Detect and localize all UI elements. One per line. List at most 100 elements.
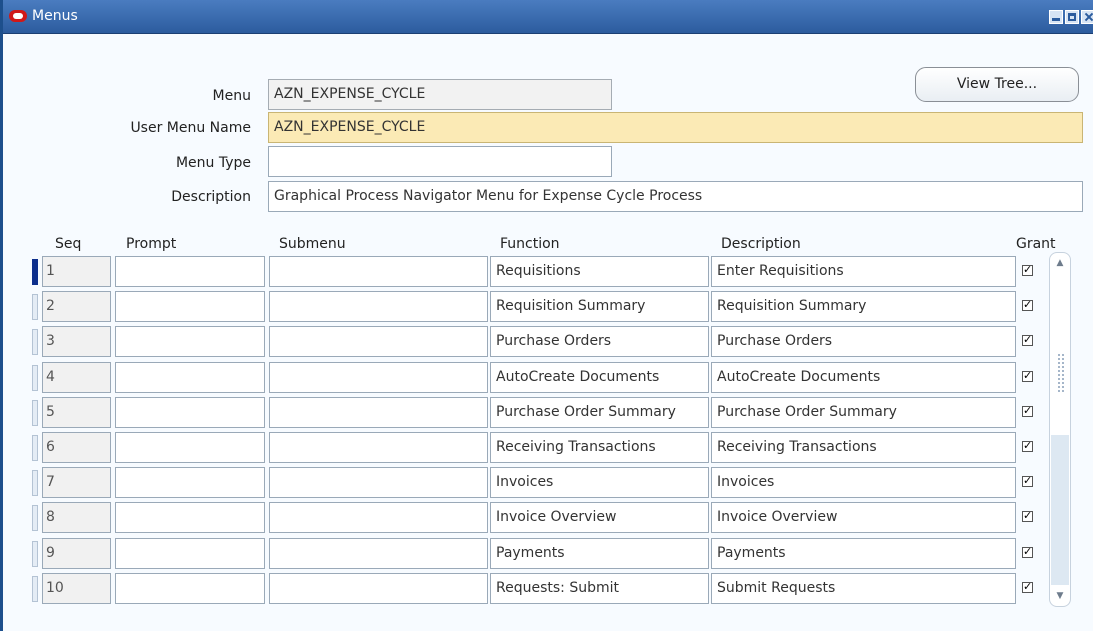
column-header-prompt: Prompt (126, 236, 177, 252)
title-bar: Menus (3, 0, 1093, 34)
grant-checkbox[interactable]: ✓ (1022, 475, 1033, 487)
record-indicator[interactable] (32, 329, 38, 355)
window-title: Menus (32, 8, 78, 24)
scroll-up-arrow-icon[interactable]: ▲ (1054, 256, 1066, 270)
table-row[interactable]: 8 Invoice Overview Invoice Overview ✓ (3, 502, 1093, 533)
record-indicator[interactable] (32, 541, 38, 567)
prompt-cell[interactable] (115, 397, 265, 428)
menu-type-field[interactable] (268, 146, 612, 177)
function-cell[interactable]: Receiving Transactions (490, 432, 709, 463)
function-cell[interactable]: AutoCreate Documents (490, 362, 709, 393)
scrollbar-track[interactable] (1051, 435, 1069, 585)
seq-cell[interactable]: 6 (42, 432, 111, 463)
description-cell[interactable]: Receiving Transactions (711, 432, 1016, 463)
submenu-cell[interactable] (269, 467, 488, 498)
grant-checkbox[interactable]: ✓ (1022, 581, 1033, 593)
grant-checkbox[interactable]: ✓ (1022, 264, 1033, 276)
table-row[interactable]: 10 Requests: Submit Submit Requests ✓ (3, 573, 1093, 604)
record-indicator[interactable] (32, 294, 38, 320)
table-row[interactable]: 5 Purchase Order Summary Purchase Order Su… (3, 397, 1093, 428)
table-row[interactable]: 6 Receiving Transactions Receiving Transac… (3, 432, 1093, 463)
grant-checkbox[interactable]: ✓ (1022, 510, 1033, 522)
function-cell[interactable]: Payments (490, 538, 709, 569)
submenu-cell[interactable] (269, 502, 488, 533)
submenu-cell[interactable] (269, 538, 488, 569)
prompt-cell[interactable] (115, 326, 265, 357)
table-row[interactable]: 3 Purchase Orders Purchase Orders ✓ (3, 326, 1093, 357)
description-cell[interactable]: Submit Requests (711, 573, 1016, 604)
menu-field[interactable]: AZN_EXPENSE_CYCLE (268, 79, 612, 110)
record-indicator[interactable] (32, 576, 38, 602)
submenu-cell[interactable] (269, 362, 488, 393)
submenu-cell[interactable] (269, 256, 488, 287)
description-cell[interactable]: Requisition Summary (711, 291, 1016, 322)
record-indicator[interactable] (32, 365, 38, 391)
table-row[interactable]: 2 Requisition Summary Requisition Summary ✓ (3, 291, 1093, 322)
table-row[interactable]: 9 Payments Payments ✓ (3, 538, 1093, 569)
function-cell[interactable]: Requisitions (490, 256, 709, 287)
prompt-cell[interactable] (115, 432, 265, 463)
record-indicator[interactable] (32, 400, 38, 426)
record-indicator[interactable] (32, 470, 38, 496)
record-indicator[interactable] (32, 259, 38, 285)
record-indicator[interactable] (32, 505, 38, 531)
prompt-cell[interactable] (115, 467, 265, 498)
seq-cell[interactable]: 9 (42, 538, 111, 569)
description-cell[interactable]: Purchase Order Summary (711, 397, 1016, 428)
scrollbar-thumb[interactable] (1051, 275, 1069, 435)
submenu-cell[interactable] (269, 432, 488, 463)
minimize-icon[interactable] (1049, 10, 1063, 24)
submenu-cell[interactable] (269, 326, 488, 357)
grant-checkbox[interactable]: ✓ (1022, 440, 1033, 452)
function-cell[interactable]: Requisition Summary (490, 291, 709, 322)
seq-cell[interactable]: 5 (42, 397, 111, 428)
prompt-cell[interactable] (115, 256, 265, 287)
function-cell[interactable]: Purchase Orders (490, 326, 709, 357)
function-cell[interactable]: Purchase Order Summary (490, 397, 709, 428)
table-row[interactable]: 7 Invoices Invoices ✓ (3, 467, 1093, 498)
seq-cell[interactable]: 3 (42, 326, 111, 357)
column-header-grant: Grant (1016, 236, 1056, 252)
prompt-cell[interactable] (115, 291, 265, 322)
description-cell[interactable]: Payments (711, 538, 1016, 569)
function-cell[interactable]: Requests: Submit (490, 573, 709, 604)
grant-checkbox[interactable]: ✓ (1022, 299, 1033, 311)
vertical-scrollbar[interactable]: ▲ ▼ (1049, 252, 1071, 607)
function-cell[interactable]: Invoices (490, 467, 709, 498)
seq-cell[interactable]: 1 (42, 256, 111, 287)
column-header-seq: Seq (55, 236, 82, 252)
seq-cell[interactable]: 7 (42, 467, 111, 498)
seq-cell[interactable]: 10 (42, 573, 111, 604)
description-cell[interactable]: Invoice Overview (711, 502, 1016, 533)
function-cell[interactable]: Invoice Overview (490, 502, 709, 533)
user-menu-name-field[interactable]: AZN_EXPENSE_CYCLE (268, 112, 1083, 143)
table-row[interactable]: 1 Requisitions Enter Requisitions ✓ (3, 256, 1093, 287)
seq-cell[interactable]: 4 (42, 362, 111, 393)
description-cell[interactable]: Purchase Orders (711, 326, 1016, 357)
prompt-cell[interactable] (115, 573, 265, 604)
description-cell[interactable]: Invoices (711, 467, 1016, 498)
seq-cell[interactable]: 8 (42, 502, 111, 533)
table-row[interactable]: 4 AutoCreate Documents AutoCreate Document… (3, 362, 1093, 393)
grant-checkbox[interactable]: ✓ (1022, 546, 1033, 558)
description-field[interactable]: Graphical Process Navigator Menu for Exp… (268, 181, 1083, 212)
prompt-cell[interactable] (115, 502, 265, 533)
grant-checkbox[interactable]: ✓ (1022, 334, 1033, 346)
oracle-logo-icon (9, 10, 27, 22)
prompt-cell[interactable] (115, 362, 265, 393)
grant-checkbox[interactable]: ✓ (1022, 405, 1033, 417)
scroll-down-arrow-icon[interactable]: ▼ (1054, 589, 1066, 603)
maximize-icon[interactable] (1065, 10, 1079, 24)
submenu-cell[interactable] (269, 573, 488, 604)
grant-checkbox[interactable]: ✓ (1022, 370, 1033, 382)
view-tree-button[interactable]: View Tree... (915, 67, 1079, 102)
description-cell[interactable]: AutoCreate Documents (711, 362, 1016, 393)
submenu-cell[interactable] (269, 291, 488, 322)
seq-cell[interactable]: 2 (42, 291, 111, 322)
submenu-cell[interactable] (269, 397, 488, 428)
column-header-description: Description (721, 236, 801, 252)
close-icon[interactable] (1081, 10, 1093, 24)
prompt-cell[interactable] (115, 538, 265, 569)
description-cell[interactable]: Enter Requisitions (711, 256, 1016, 287)
record-indicator[interactable] (32, 435, 38, 461)
